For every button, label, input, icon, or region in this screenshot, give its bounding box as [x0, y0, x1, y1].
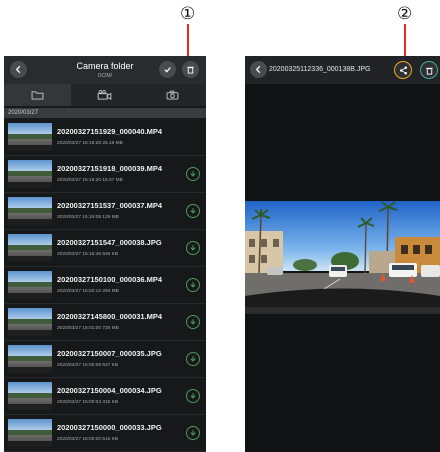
file-row[interactable]: 20200327151547_000038.JPG 2020/03/27 15:1…: [4, 230, 206, 267]
share-icon: [399, 66, 407, 74]
file-name: 20200327151537_000037.MP4: [57, 201, 163, 210]
file-meta: 2020/03/27 15:16:08 129 MB: [57, 215, 119, 220]
download-icon: [190, 282, 196, 288]
callout-1: ①: [180, 4, 196, 24]
file-meta: 2020/03/27 15:00:00 516 KB: [57, 437, 119, 442]
file-row[interactable]: 20200327151918_000039.MP4 2020/03/27 15:1…: [4, 156, 206, 193]
file-name: 20200327150000_000033.JPG: [57, 423, 162, 432]
file-meta: 2020/03/27 15:00:04 315 KB: [57, 400, 119, 405]
file-name: 20200327151918_000039.MP4: [57, 164, 163, 173]
download-button[interactable]: [186, 241, 200, 255]
file-row[interactable]: 20200327150004_000034.JPG 2020/03/27 15:0…: [4, 378, 206, 415]
viewer-filename: 20200325112336_000138B.JPG: [269, 66, 371, 73]
trash-icon: [187, 66, 194, 74]
delete-button[interactable]: [182, 61, 199, 78]
file-name: 20200327151929_000040.MP4: [57, 127, 163, 136]
download-icon: [190, 171, 196, 177]
file-name: 20200327151547_000038.JPG: [57, 238, 162, 247]
trash-icon: [425, 67, 433, 75]
file-meta: 2020/03/27 15:19:28 26.16 MB: [57, 141, 123, 146]
file-thumbnail: [8, 419, 52, 447]
share-button[interactable]: [394, 61, 412, 79]
select-button[interactable]: [159, 61, 176, 78]
file-thumbnail: [8, 382, 52, 410]
download-button[interactable]: [186, 426, 200, 440]
file-meta: 2020/03/27 15:01:00 725 MB: [57, 326, 119, 331]
file-thumbnail: [8, 271, 52, 299]
file-thumbnail: [8, 234, 52, 262]
folder-icon: [31, 91, 44, 100]
download-icon: [190, 208, 196, 214]
checkmark-icon: [164, 67, 171, 73]
download-icon: [190, 245, 196, 251]
folder-path: DCIM/: [97, 73, 113, 79]
download-button[interactable]: [186, 352, 200, 366]
file-list: 20200327151929_000040.MP4 2020/03/27 15:1…: [4, 119, 206, 452]
camera-folder-screen: Camera folder DCIM/ 2020/03/27 202003271…: [4, 56, 206, 452]
download-icon: [190, 393, 196, 399]
tab-photos[interactable]: [139, 84, 206, 106]
download-button[interactable]: [186, 204, 200, 218]
download-button[interactable]: [186, 389, 200, 403]
file-row[interactable]: 20200327151929_000040.MP4 2020/03/27 15:1…: [4, 119, 206, 156]
file-meta: 2020/03/27 15:15:46 646 KB: [57, 252, 119, 257]
file-thumbnail: [8, 160, 52, 188]
file-meta: 2020/03/27 15:00:08 527 KB: [57, 363, 119, 368]
street-scene-graphic: [245, 201, 440, 314]
download-icon: [190, 430, 196, 436]
file-row[interactable]: 20200327145800_000031.MP4 2020/03/27 15:0…: [4, 304, 206, 341]
file-thumbnail: [8, 345, 52, 373]
media-tabs: [4, 84, 206, 106]
file-row[interactable]: 20200327150000_000033.JPG 2020/03/27 15:0…: [4, 415, 206, 452]
video-camera-icon: [98, 90, 112, 100]
download-icon: [190, 319, 196, 325]
dashcam-photo[interactable]: [245, 201, 440, 314]
download-icon: [190, 356, 196, 362]
viewer-top-bar: 20200325112336_000138B.JPG: [245, 56, 440, 84]
tab-all-files[interactable]: [4, 84, 72, 106]
callout-2: ②: [397, 4, 413, 24]
download-button[interactable]: [186, 167, 200, 181]
image-viewer-screen: 20200325112336_000138B.JPG: [245, 56, 440, 452]
file-meta: 2020/03/27 15:02:12 294 MB: [57, 289, 119, 294]
file-name: 20200327145800_000031.MP4: [57, 312, 163, 321]
file-row[interactable]: 20200327150100_000036.MP4 2020/03/27 15:0…: [4, 267, 206, 304]
file-thumbnail: [8, 123, 52, 151]
file-row[interactable]: 20200327151537_000037.MP4 2020/03/27 15:1…: [4, 193, 206, 230]
viewer-back-button[interactable]: [250, 61, 267, 78]
download-button[interactable]: [186, 278, 200, 292]
file-name: 20200327150004_000034.JPG: [57, 386, 162, 395]
camera-icon: [166, 90, 179, 100]
file-row[interactable]: 20200327150007_000035.JPG 2020/03/27 15:0…: [4, 341, 206, 378]
file-name: 20200327150007_000035.JPG: [57, 349, 162, 358]
folder-top-bar: Camera folder DCIM/: [4, 56, 206, 84]
chevron-left-icon: [255, 65, 261, 74]
file-thumbnail: [8, 197, 52, 225]
file-meta: 2020/03/27 15:19:20 15.07 MB: [57, 178, 123, 183]
viewer-delete-button[interactable]: [420, 61, 438, 79]
file-name: 20200327150100_000036.MP4: [57, 275, 163, 284]
tab-videos[interactable]: [71, 84, 138, 106]
download-button[interactable]: [186, 315, 200, 329]
file-thumbnail: [8, 308, 52, 336]
date-group-header: 2020/03/27: [4, 108, 206, 118]
